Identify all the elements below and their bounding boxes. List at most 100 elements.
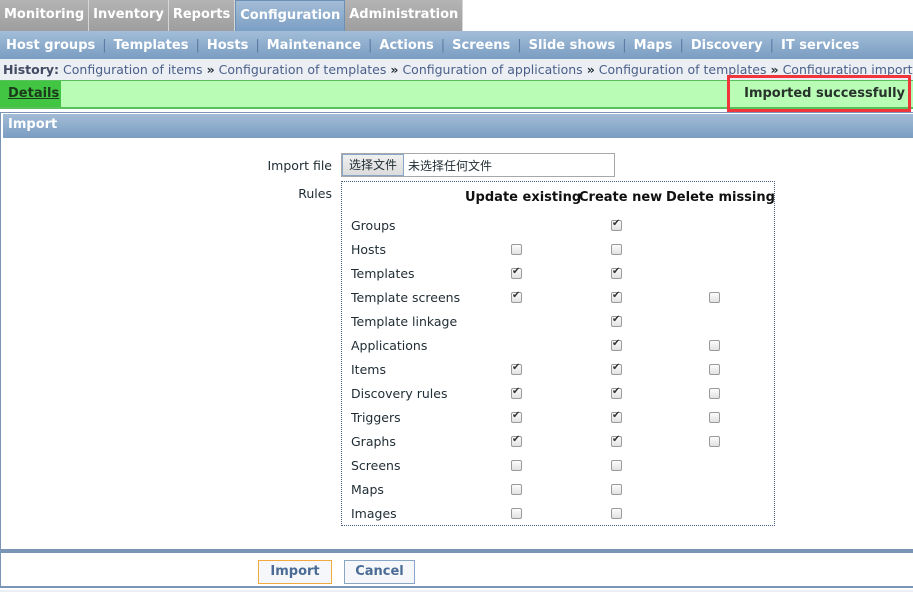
details-link[interactable]: Details <box>0 81 61 107</box>
tab-reports[interactable]: Reports <box>168 0 236 31</box>
form-title: Import <box>3 114 913 138</box>
update-checkbox[interactable] <box>511 386 522 399</box>
rule-name: Template screens <box>351 290 461 305</box>
sub-menu-separator: | <box>255 37 260 53</box>
rules-label: Rules <box>298 186 332 201</box>
create-checkbox[interactable] <box>611 434 622 447</box>
history-separator: » <box>390 62 399 77</box>
rules-table: Update existing Create new Delete missin… <box>341 181 775 526</box>
rule-name: Items <box>351 362 386 377</box>
update-checkbox[interactable] <box>511 290 522 303</box>
history-separator: » <box>770 62 779 77</box>
history-separator: » <box>206 62 215 77</box>
update-checkbox[interactable] <box>511 244 522 255</box>
sub-menu-templates[interactable]: Templates <box>114 38 189 53</box>
delete-checkbox[interactable] <box>709 340 720 351</box>
import-button[interactable]: Import <box>258 560 332 584</box>
rule-row-discovery-rules: Discovery rules <box>342 382 774 406</box>
create-checkbox[interactable] <box>611 290 622 303</box>
rule-row-triggers: Triggers <box>342 406 774 430</box>
status-message: Imported successfully <box>744 86 905 101</box>
sub-menu-it-services[interactable]: IT services <box>781 38 859 53</box>
update-checkbox[interactable] <box>511 266 522 279</box>
create-checkbox[interactable] <box>611 218 622 231</box>
sub-menu-screens[interactable]: Screens <box>452 38 510 53</box>
sub-menu-separator: | <box>679 37 684 53</box>
sub-menu-actions[interactable]: Actions <box>379 38 433 53</box>
rule-name: Templates <box>351 266 415 281</box>
delete-checkbox[interactable] <box>709 388 720 399</box>
top-menu: Monitoring Inventory Reports Configuration A… <box>0 0 913 31</box>
rule-name: Hosts <box>351 242 386 257</box>
sub-menu-discovery[interactable]: Discovery <box>691 38 763 53</box>
sub-menu-separator: | <box>102 37 107 53</box>
delete-checkbox[interactable] <box>709 292 720 303</box>
create-checkbox[interactable] <box>611 266 622 279</box>
sub-menu: Host groups | Templates | Hosts | Maintenance |… <box>0 31 913 59</box>
choose-file-button[interactable]: 选择文件 <box>342 154 405 176</box>
create-checkbox[interactable] <box>611 386 622 399</box>
cancel-button[interactable]: Cancel <box>344 560 415 584</box>
import-file-label: Import file <box>267 158 333 173</box>
update-checkbox[interactable] <box>511 460 522 471</box>
tab-administration[interactable]: Administration <box>345 0 464 31</box>
rule-name: Groups <box>351 218 396 233</box>
rule-row-items: Items <box>342 358 774 382</box>
rule-row-template-linkage: Template linkage <box>342 310 774 334</box>
tab-configuration[interactable]: Configuration <box>235 0 346 31</box>
create-checkbox[interactable] <box>611 410 622 423</box>
rule-row-template-screens: Template screens <box>342 286 774 310</box>
sub-menu-host-groups[interactable]: Host groups <box>6 38 95 53</box>
sub-menu-separator: | <box>517 37 522 53</box>
create-checkbox[interactable] <box>611 314 622 327</box>
history-link[interactable]: Configuration of applications <box>402 62 582 77</box>
sub-menu-maintenance[interactable]: Maintenance <box>267 38 361 53</box>
history-link[interactable]: Configuration of templates <box>219 62 387 77</box>
rule-name: Triggers <box>351 410 401 425</box>
sub-menu-separator: | <box>368 37 373 53</box>
history-label: History: <box>3 62 60 77</box>
history-link[interactable]: Configuration of items <box>63 62 203 77</box>
update-checkbox[interactable] <box>511 434 522 447</box>
rule-row-applications: Applications <box>342 334 774 358</box>
rule-row-screens: Screens <box>342 454 774 478</box>
sub-menu-maps[interactable]: Maps <box>634 38 673 53</box>
rule-name: Screens <box>351 458 401 473</box>
rule-name: Discovery rules <box>351 386 448 401</box>
sub-menu-separator: | <box>195 37 200 53</box>
sub-menu-slide-shows[interactable]: Slide shows <box>529 38 616 53</box>
message-bar: Details Imported successfully <box>0 80 913 109</box>
create-checkbox[interactable] <box>611 484 622 495</box>
update-checkbox[interactable] <box>511 508 522 519</box>
column-update-existing: Update existing <box>465 190 582 205</box>
sub-menu-separator: | <box>622 37 627 53</box>
rule-name: Applications <box>351 338 428 353</box>
tab-inventory[interactable]: Inventory <box>89 0 169 31</box>
sub-menu-hosts[interactable]: Hosts <box>207 38 249 53</box>
update-checkbox[interactable] <box>511 484 522 495</box>
history-link[interactable]: Configuration of templates <box>599 62 767 77</box>
import-file-input[interactable]: 选择文件 未选择任何文件 <box>341 153 615 177</box>
history-separator: » <box>586 62 595 77</box>
update-checkbox[interactable] <box>511 362 522 375</box>
rule-row-images: Images <box>342 502 774 526</box>
rule-row-graphs: Graphs <box>342 430 774 454</box>
delete-checkbox[interactable] <box>709 412 720 423</box>
create-checkbox[interactable] <box>611 362 622 375</box>
rule-name: Graphs <box>351 434 396 449</box>
rule-row-hosts: Hosts <box>342 238 774 262</box>
sub-menu-separator: | <box>769 37 775 53</box>
rule-name: Template linkage <box>351 314 458 329</box>
create-checkbox[interactable] <box>611 460 622 471</box>
delete-checkbox[interactable] <box>709 436 720 447</box>
rule-row-templates: Templates <box>342 262 774 286</box>
create-checkbox[interactable] <box>611 244 622 255</box>
history-link[interactable]: Configuration import <box>783 62 913 77</box>
tab-monitoring[interactable]: Monitoring <box>0 0 90 31</box>
create-checkbox[interactable] <box>611 508 622 519</box>
rule-name: Images <box>351 506 397 521</box>
create-checkbox[interactable] <box>611 338 622 351</box>
delete-checkbox[interactable] <box>709 364 720 375</box>
update-checkbox[interactable] <box>511 410 522 423</box>
rule-row-groups: Groups <box>342 214 774 238</box>
